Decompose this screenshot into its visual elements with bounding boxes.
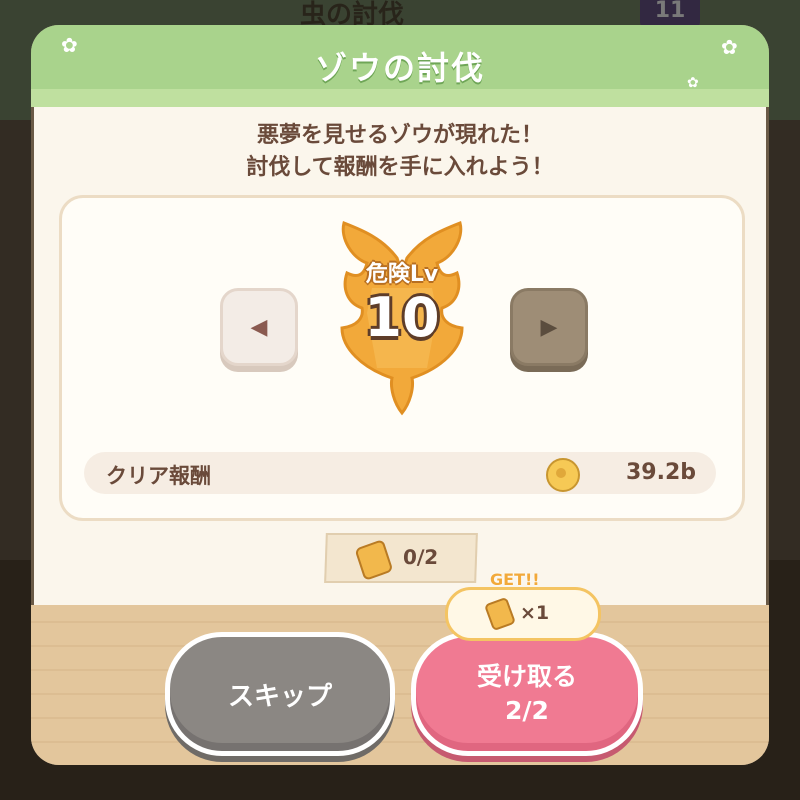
header-grass — [31, 89, 769, 107]
dialog-footer — [31, 605, 769, 765]
clear-reward-value: 39.2b — [625, 460, 696, 485]
receive-button[interactable]: 受け取る 2/2 — [411, 632, 643, 756]
skip-button[interactable]: スキップ — [165, 632, 395, 756]
ticket-icon — [354, 538, 394, 582]
dialog-title: ゾウの討伐 — [314, 49, 485, 87]
get-bubble: GET!! ×1 — [445, 570, 601, 641]
previous-level-button[interactable]: ◀ — [220, 288, 298, 366]
dialog-header: ✿ ✿ ✿ ゾウの討伐 — [31, 25, 769, 107]
get-count: ×1 — [520, 602, 550, 624]
danger-level-panel: ◀ 危険Lv 10 ▶ クリア報酬 39.2b — [59, 195, 745, 521]
clear-reward-row: クリア報酬 39.2b — [84, 452, 716, 494]
clear-reward-label: クリア報酬 — [106, 464, 211, 488]
description-line-2: 討伐して報酬を手に入れよう！ — [246, 155, 554, 180]
arrow-right-icon: ▶ — [540, 314, 558, 340]
receive-button-count: 2/2 — [505, 696, 549, 725]
ticket-icon — [483, 596, 517, 632]
coin-icon — [546, 458, 580, 492]
receive-button-label: 受け取る — [476, 662, 577, 691]
get-label: GET!! — [490, 570, 540, 589]
danger-level-badge: 危険Lv 10 — [302, 218, 502, 418]
description-line-1: 悪夢を見せるゾウが現れた！ — [256, 123, 543, 148]
arrow-left-icon: ◀ — [250, 314, 268, 340]
next-level-button[interactable]: ▶ — [510, 288, 588, 366]
dialog-description: 悪夢を見せるゾウが現れた！ 討伐して報酬を手に入れよう！ — [31, 120, 769, 184]
ticket-count: 0/2 — [402, 545, 439, 569]
hunt-dialog: ✿ ✿ ✿ ゾウの討伐 悪夢を見せるゾウが現れた！ 討伐して報酬を手に入れよう！… — [31, 25, 769, 765]
danger-level-label: 危険Lv — [365, 262, 439, 287]
danger-level-value: 10 — [364, 286, 440, 349]
ticket-counter: 0/2 — [324, 533, 478, 583]
